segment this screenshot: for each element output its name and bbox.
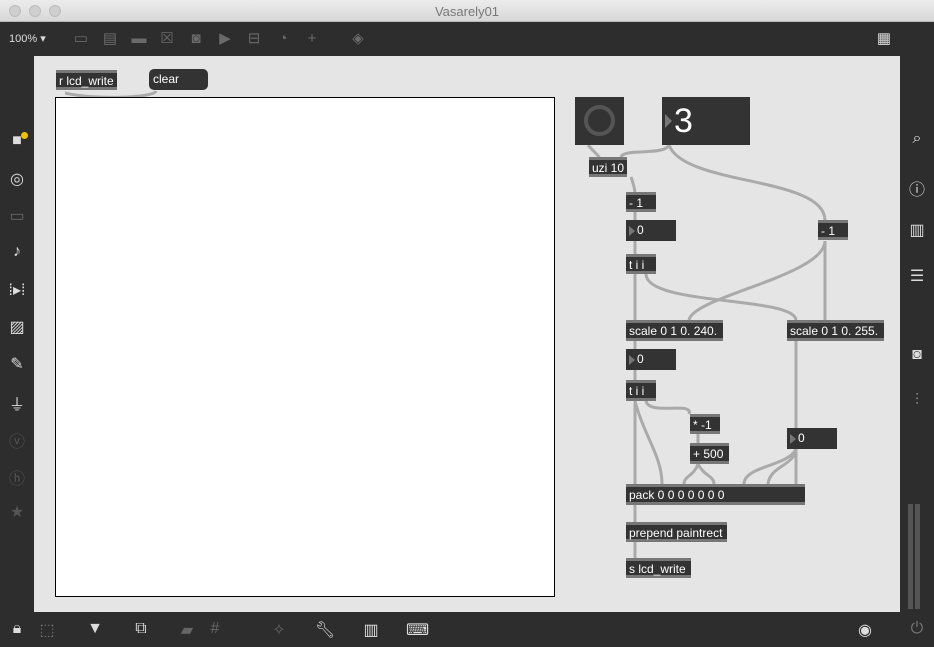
scale-object-1[interactable]: scale 0 1 0. 240. bbox=[626, 320, 723, 341]
left-sidebar: ■ ◎ ▭ ♪ ⁞▸⁞ ▨ ✎ ⏚ ⓥ ⓗ ★ bbox=[0, 56, 34, 612]
multiply-object[interactable]: * -1 bbox=[690, 414, 720, 434]
paperclip-icon[interactable]: ✎ bbox=[0, 354, 34, 374]
number-box-1[interactable]: 0 bbox=[626, 220, 676, 241]
info-icon[interactable]: ⓘ bbox=[900, 176, 934, 200]
camera-icon[interactable]: ◙ bbox=[900, 346, 934, 364]
sequence-icon[interactable]: ⁞▸⁞ bbox=[0, 280, 34, 300]
lock-icon[interactable]: 🔒︎ bbox=[6, 620, 28, 638]
trigger-object-2[interactable]: t i i bbox=[626, 380, 656, 401]
help-icon[interactable]: ⓗ bbox=[0, 465, 34, 489]
toolbar: 100% ▾ ▭ ▤ ▬ ☒ ◙ ▶ ⊟ ◔ + ◈ ▦ bbox=[0, 22, 934, 56]
right-sidebar: ⌕ ⓘ ▥ ☰ ◙ ⫶ bbox=[900, 56, 934, 612]
play-icon[interactable]: ▶ bbox=[215, 30, 235, 48]
clear-message[interactable]: clear bbox=[149, 69, 208, 90]
receive-object[interactable]: r lcd_write bbox=[56, 70, 117, 90]
grid-toggle-icon[interactable]: # bbox=[204, 620, 226, 638]
audio-play-icon[interactable]: ◉ bbox=[854, 620, 876, 640]
uzi-object[interactable]: uzi 10 bbox=[589, 157, 628, 177]
dial-icon[interactable]: ◔ bbox=[273, 30, 293, 48]
media-icon[interactable]: ▭ bbox=[0, 206, 34, 226]
number-value: 0 bbox=[637, 223, 644, 237]
power-icon[interactable]: ⏻ bbox=[906, 620, 928, 638]
windows-icon[interactable]: ⧉ bbox=[130, 620, 152, 638]
presentation-icon[interactable]: ▭ bbox=[71, 30, 91, 48]
send-object[interactable]: s lcd_write bbox=[626, 558, 691, 578]
list-icon[interactable]: ☰ bbox=[900, 266, 934, 286]
bang-button[interactable] bbox=[575, 97, 624, 145]
trigger-object-1[interactable]: t i i bbox=[626, 254, 656, 274]
number-box-3[interactable]: 0 bbox=[787, 428, 837, 449]
level-meter-right bbox=[915, 504, 920, 609]
zoom-value: 100% bbox=[9, 33, 38, 45]
snap-icon[interactable]: ▰ bbox=[176, 620, 198, 640]
number-value: 0 bbox=[798, 431, 805, 445]
debug-icon[interactable]: ✧ bbox=[268, 620, 290, 640]
minus-object-2[interactable]: - 1 bbox=[818, 220, 848, 240]
big-number-box[interactable]: 3 bbox=[662, 97, 750, 145]
big-number-value: 3 bbox=[674, 102, 693, 140]
number-box-2[interactable]: 0 bbox=[626, 349, 676, 370]
add-icon[interactable]: + bbox=[302, 30, 322, 48]
search-icon[interactable]: ⌕ bbox=[900, 130, 934, 148]
book-icon[interactable]: ▥ bbox=[900, 220, 934, 240]
mixer-icon[interactable]: ⫶ bbox=[900, 392, 934, 410]
message-icon[interactable]: ▬ bbox=[129, 30, 149, 48]
zoom-select[interactable]: 100% ▾ bbox=[9, 32, 46, 45]
star-icon[interactable]: ★ bbox=[0, 502, 34, 522]
grid-icon[interactable]: ▦ bbox=[874, 30, 894, 48]
piano-keys-icon[interactable]: ▥ bbox=[360, 620, 382, 640]
number-value: 0 bbox=[637, 352, 644, 366]
comment-bubble-icon[interactable]: ▼ bbox=[84, 620, 106, 638]
button-icon[interactable]: ◙ bbox=[186, 30, 206, 48]
paint-bucket-icon[interactable]: ◈ bbox=[348, 30, 368, 48]
plug-icon[interactable]: ⏚ bbox=[0, 391, 34, 415]
level-meter-left bbox=[908, 504, 913, 609]
lcd-display[interactable] bbox=[55, 97, 555, 597]
title-bar: Vasarely01 bbox=[0, 0, 934, 22]
window-title: Vasarely01 bbox=[434, 4, 500, 19]
comment-icon[interactable]: ▤ bbox=[100, 30, 120, 48]
pack-object[interactable]: pack 0 0 0 0 0 0 0 bbox=[626, 484, 805, 505]
slider-icon[interactable]: ⊟ bbox=[244, 30, 264, 48]
image-icon[interactable]: ▨ bbox=[0, 317, 34, 337]
keyboard-icon[interactable]: ⌨ bbox=[406, 620, 429, 640]
add-object[interactable]: + 500 bbox=[690, 443, 729, 464]
music-icon[interactable]: ♪ bbox=[0, 243, 34, 261]
presentation-mode-icon[interactable]: ⬚ bbox=[36, 620, 58, 640]
scale-object-2[interactable]: scale 0 1 0. 255. bbox=[787, 320, 884, 341]
minus-object[interactable]: - 1 bbox=[626, 192, 656, 212]
vizzie-icon[interactable]: ⓥ bbox=[0, 428, 34, 452]
package-icon[interactable]: ■ bbox=[0, 132, 34, 150]
wrench-icon[interactable]: 🔧︎ bbox=[314, 620, 336, 640]
toggle-icon[interactable]: ☒ bbox=[157, 30, 177, 48]
bottom-toolbar: 🔒︎ ⬚ ▼ ⧉ ▰ # ✧ 🔧︎ ▥ ⌨ ◉ ⏻ bbox=[0, 612, 934, 647]
prepend-object[interactable]: prepend paintrect bbox=[626, 522, 727, 542]
target-icon[interactable]: ◎ bbox=[0, 169, 34, 189]
patcher-canvas[interactable]: r lcd_write clear 3 uzi 10 - 1 0 t i i -… bbox=[34, 56, 900, 612]
